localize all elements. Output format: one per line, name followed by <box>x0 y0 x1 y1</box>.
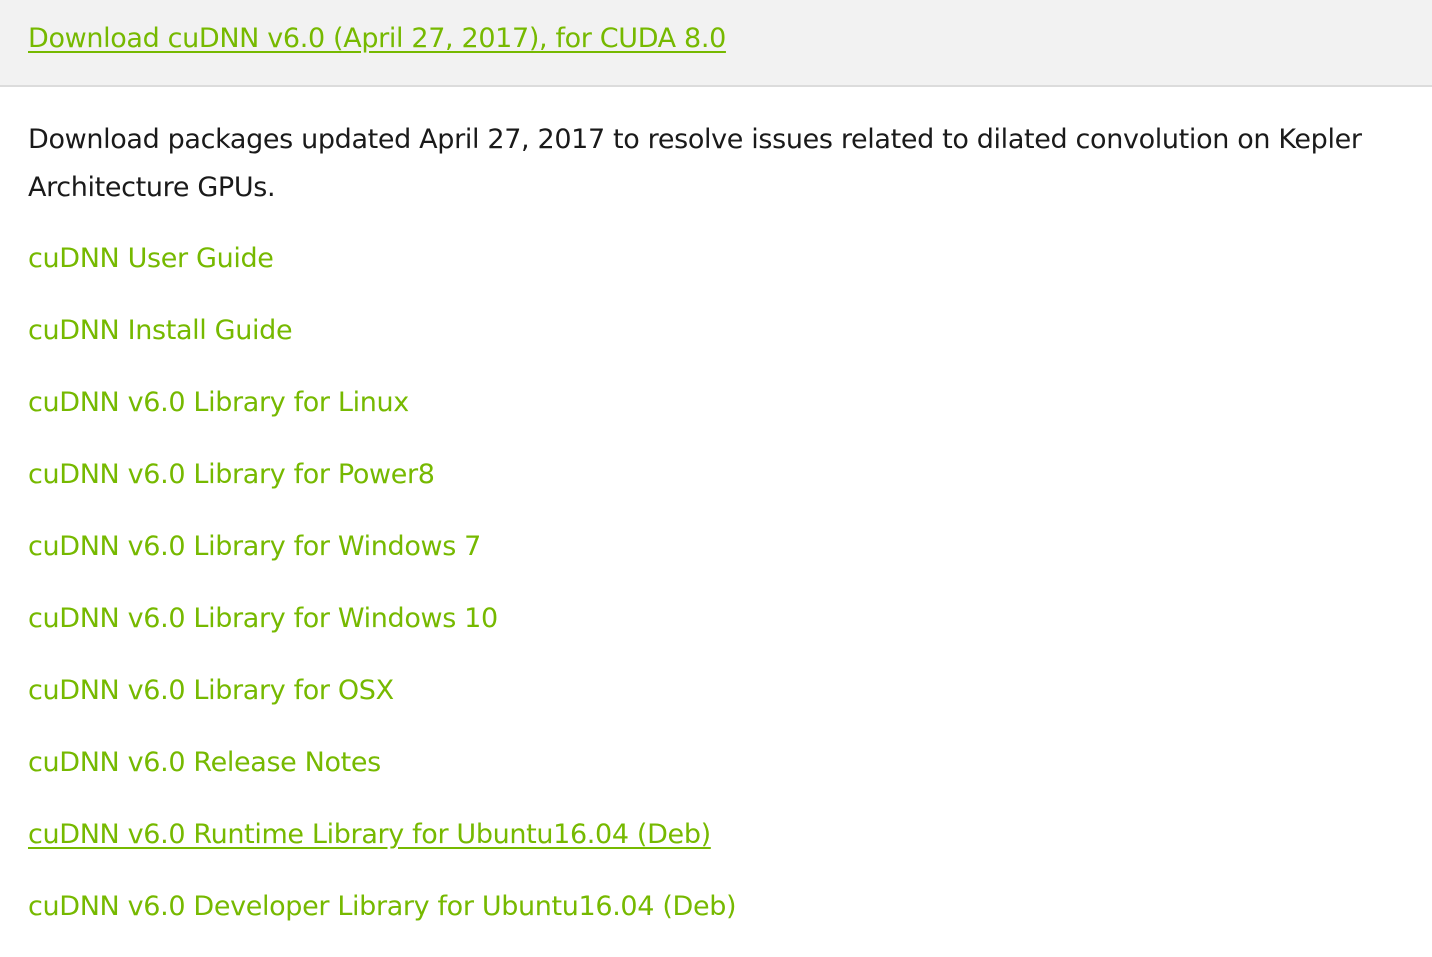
release-description: Download packages updated April 27, 2017… <box>28 124 1362 203</box>
download-links-list: cuDNN User Guide cuDNN Install Guide cuD… <box>28 237 737 957</box>
release-notes-link[interactable]: cuDNN v6.0 Release Notes <box>28 741 381 785</box>
list-item: cuDNN v6.0 Runtime Library for Ubuntu16.… <box>28 813 736 885</box>
cudnn-install-guide-link[interactable]: cuDNN Install Guide <box>28 309 293 353</box>
runtime-library-ubuntu1604-deb-link[interactable]: cuDNN v6.0 Runtime Library for Ubuntu16.… <box>28 813 711 857</box>
download-section-header: Download cuDNN v6.0 (April 27, 2017), fo… <box>0 0 1432 87</box>
library-power8-link[interactable]: cuDNN v6.0 Library for Power8 <box>28 453 435 497</box>
list-item: cuDNN v6.0 Library for Power8 <box>28 453 736 525</box>
list-item: cuDNN v6.0 Library for Windows 10 <box>28 597 736 669</box>
list-item: cuDNN v6.0 Release Notes <box>28 741 736 813</box>
list-item: cuDNN v6.0 Library for Linux <box>28 381 736 453</box>
library-windows10-link[interactable]: cuDNN v6.0 Library for Windows 10 <box>28 597 498 641</box>
list-item: cuDNN User Guide <box>28 237 736 309</box>
list-item: cuDNN v6.0 Library for OSX <box>28 669 736 741</box>
list-item: cuDNN Install Guide <box>28 309 736 381</box>
developer-library-ubuntu1604-deb-link[interactable]: cuDNN v6.0 Developer Library for Ubuntu1… <box>28 885 737 929</box>
library-linux-link[interactable]: cuDNN v6.0 Library for Linux <box>28 381 409 425</box>
library-windows7-link[interactable]: cuDNN v6.0 Library for Windows 7 <box>28 525 481 569</box>
cudnn-user-guide-link[interactable]: cuDNN User Guide <box>28 237 274 281</box>
list-item: cuDNN v6.0 Library for Windows 7 <box>28 525 736 597</box>
list-item: cuDNN v6.0 Developer Library for Ubuntu1… <box>28 885 737 957</box>
download-cudnn-v6-cuda8-link[interactable]: Download cuDNN v6.0 (April 27, 2017), fo… <box>28 20 726 58</box>
library-osx-link[interactable]: cuDNN v6.0 Library for OSX <box>28 669 394 713</box>
